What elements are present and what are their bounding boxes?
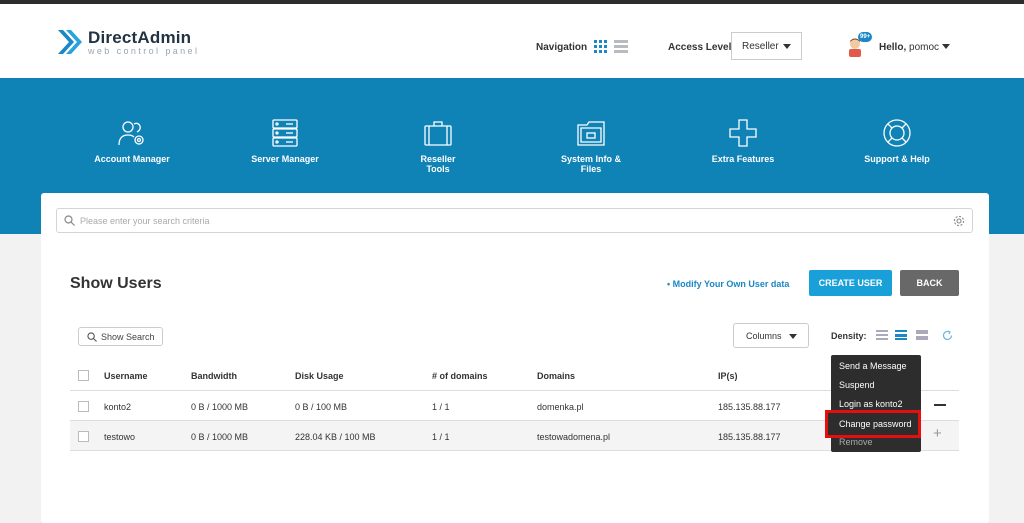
search-icon <box>64 215 75 226</box>
grid-view-icon[interactable] <box>594 40 607 53</box>
search-placeholder: Please enter your search criteria <box>80 216 210 226</box>
menu-account-manager[interactable]: Account Manager <box>94 118 170 164</box>
access-level-value: Reseller <box>742 40 779 52</box>
menu-item-change-password[interactable]: Change password <box>839 419 912 429</box>
briefcase-icon <box>424 121 452 146</box>
menu-support-help[interactable]: Support & Help <box>863 118 931 164</box>
cell-username[interactable]: konto2 <box>104 402 131 412</box>
access-level-label: Access Level <box>668 42 732 53</box>
menu-label: Account Manager <box>94 154 170 164</box>
access-level-select[interactable]: Reseller <box>731 32 802 60</box>
lifebuoy-icon <box>883 119 911 147</box>
page-title: Show Users <box>70 275 162 292</box>
menu-item-send-message[interactable]: Send a Message <box>839 361 907 371</box>
show-search-label: Show Search <box>101 331 155 342</box>
expand-row-icon[interactable]: + <box>933 426 942 441</box>
column-header-username[interactable]: Username <box>104 371 148 381</box>
plus-icon <box>729 119 757 147</box>
menu-label: Extra Features <box>711 154 775 164</box>
collapse-row-icon[interactable] <box>934 404 946 406</box>
search-icon <box>87 332 97 342</box>
menu-item-remove[interactable]: Remove <box>839 437 873 447</box>
table-divider <box>70 450 959 451</box>
menu-item-suspend[interactable]: Suspend <box>839 380 875 390</box>
cell-domains-count: 1 / 1 <box>432 402 450 412</box>
notification-badge: 99+ <box>858 32 873 42</box>
back-button[interactable]: BACK <box>900 270 959 296</box>
cell-disk-usage: 228.04 KB / 100 MB <box>295 432 376 442</box>
cell-domains[interactable]: domenka.pl <box>537 402 584 412</box>
menu-server-manager[interactable]: Server Manager <box>250 118 320 164</box>
cell-ip: 185.135.88.177 <box>718 402 781 412</box>
server-icon <box>272 119 298 147</box>
column-header-ips[interactable]: IP(s) <box>718 371 738 381</box>
column-header-disk-usage[interactable]: Disk Usage <box>295 371 344 381</box>
cell-bandwidth: 0 B / 1000 MB <box>191 432 249 442</box>
create-user-button[interactable]: CREATE USER <box>809 270 892 296</box>
row-checkbox[interactable] <box>78 431 89 442</box>
folder-icon <box>577 121 605 146</box>
cell-ip: 185.135.88.177 <box>718 432 781 442</box>
hello-label: Hello, <box>879 42 907 53</box>
select-all-checkbox[interactable] <box>78 370 89 381</box>
column-header-domains[interactable]: Domains <box>537 371 575 381</box>
density-normal-icon[interactable] <box>895 330 907 340</box>
navigation-label: Navigation <box>536 42 588 53</box>
cell-disk-usage: 0 B / 100 MB <box>295 402 348 412</box>
logo-subtitle: web control panel <box>88 45 200 56</box>
columns-dropdown[interactable]: Columns <box>733 323 809 348</box>
username-label: pomoc <box>909 42 940 53</box>
column-header-bandwidth[interactable]: Bandwidth <box>191 371 237 381</box>
menu-label: System Info & Files <box>560 154 621 174</box>
chevron-down-icon <box>783 44 791 49</box>
user-menu-chevron-icon[interactable] <box>942 44 950 49</box>
menu-reseller-tools[interactable]: Reseller Tools <box>408 118 468 174</box>
menu-label: Reseller Tools <box>420 154 456 174</box>
directadmin-logo-icon <box>58 30 82 54</box>
row-checkbox[interactable] <box>78 401 89 412</box>
cell-username[interactable]: testowo <box>104 432 135 442</box>
column-header-domains-count[interactable]: # of domains <box>432 371 488 381</box>
menu-item-login-as[interactable]: Login as konto2 <box>839 399 903 409</box>
chevron-down-icon <box>789 334 797 339</box>
table-divider <box>70 390 959 391</box>
cell-domains[interactable]: testowadomena.pl <box>537 432 610 442</box>
density-compact-icon[interactable] <box>876 330 888 340</box>
list-view-icon[interactable] <box>614 40 628 53</box>
refresh-icon[interactable] <box>942 330 953 341</box>
search-input[interactable]: Please enter your search criteria <box>56 208 973 233</box>
density-comfortable-icon[interactable] <box>916 330 928 340</box>
logo[interactable]: DirectAdmin web control panel <box>56 28 199 56</box>
menu-system-info-files[interactable]: System Info & Files <box>550 118 632 174</box>
menu-extra-features[interactable]: Extra Features <box>711 118 775 164</box>
logo-title: DirectAdmin <box>88 27 192 47</box>
columns-label: Columns <box>746 330 782 341</box>
cell-bandwidth: 0 B / 1000 MB <box>191 402 249 412</box>
menu-label: Server Manager <box>251 154 319 164</box>
modify-user-data-link[interactable]: • Modify Your Own User data <box>667 279 789 289</box>
density-label: Density: <box>831 331 867 341</box>
user-menu[interactable]: Hello, pomoc <box>879 42 939 53</box>
gear-icon[interactable] <box>953 215 965 227</box>
cell-domains-count: 1 / 1 <box>432 432 450 442</box>
menu-label: Support & Help <box>864 154 930 164</box>
show-search-button[interactable]: Show Search <box>78 327 163 346</box>
users-gear-icon <box>118 121 144 146</box>
